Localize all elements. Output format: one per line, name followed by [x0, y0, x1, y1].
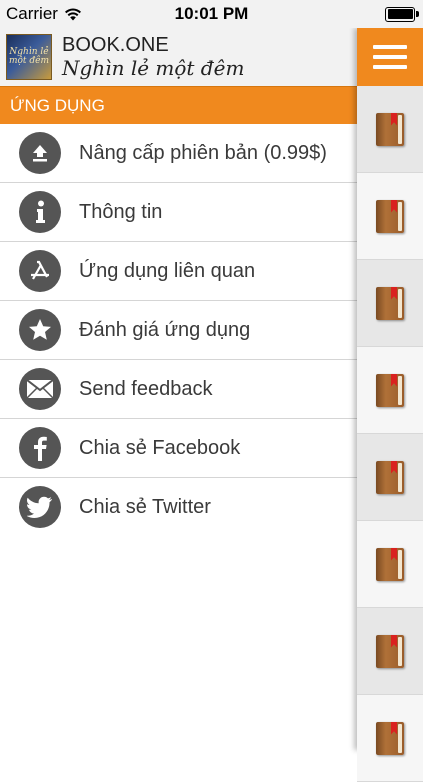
book-bookmark-icon: [376, 112, 404, 146]
menu-header[interactable]: Nghìn lẻ một đêm BOOK.ONE Nghìn lẻ một đ…: [0, 28, 357, 86]
book-bookmark-icon: [376, 199, 404, 233]
app-name: BOOK.ONE: [62, 34, 169, 56]
book-bookmark-icon: [376, 547, 404, 581]
menu-item-share-twitter[interactable]: Chia sẻ Twitter: [0, 478, 357, 536]
menu-item-rate-app[interactable]: Đánh giá ứng dụng: [0, 301, 357, 360]
book-list-item[interactable]: [357, 260, 423, 347]
book-list-item[interactable]: [357, 695, 423, 782]
hamburger-menu-icon: [373, 45, 407, 69]
menu-item-label: Đánh giá ứng dụng: [79, 318, 251, 341]
upload-icon: [19, 132, 61, 174]
book-list-item[interactable]: [357, 347, 423, 434]
star-icon: [19, 309, 61, 351]
menu-item-label: Thông tin: [79, 200, 163, 223]
menu-toggle-button[interactable]: [357, 28, 423, 86]
twitter-icon: [19, 486, 61, 528]
book-list-item[interactable]: [357, 173, 423, 260]
side-menu: Nghìn lẻ một đêm BOOK.ONE Nghìn lẻ một đ…: [0, 28, 357, 750]
menu-item-label: Send feedback: [79, 377, 213, 400]
book-list-item[interactable]: [357, 434, 423, 521]
section-header: ỨNG DỤNG: [0, 86, 357, 124]
book-title: Nghìn lẻ một đêm: [62, 56, 245, 80]
menu-item-info[interactable]: Thông tin: [0, 183, 357, 242]
menu-item-related-apps[interactable]: Ứng dụng liên quan: [0, 242, 357, 301]
book-bookmark-icon: [376, 460, 404, 494]
book-list-item[interactable]: [357, 86, 423, 173]
facebook-icon: [19, 427, 61, 469]
info-icon: [19, 191, 61, 233]
book-bookmark-icon: [376, 373, 404, 407]
menu-item-label: Chia sẻ Twitter: [79, 495, 211, 518]
menu-item-label: Nâng cấp phiên bản (0.99$): [79, 141, 327, 164]
app-store-icon: [19, 250, 61, 292]
book-bookmark-icon: [376, 286, 404, 320]
menu-item-send-feedback[interactable]: Send feedback: [0, 360, 357, 419]
mail-icon: [19, 368, 61, 410]
status-bar: Carrier 10:01 PM: [0, 0, 423, 28]
book-list-item[interactable]: [357, 608, 423, 695]
battery-icon: [385, 6, 419, 22]
book-list: [357, 86, 423, 782]
menu-item-upgrade[interactable]: Nâng cấp phiên bản (0.99$): [0, 124, 357, 183]
book-cover-thumbnail: Nghìn lẻ một đêm: [6, 34, 52, 80]
book-list-item[interactable]: [357, 521, 423, 608]
content-rail: [357, 28, 423, 782]
menu-item-share-facebook[interactable]: Chia sẻ Facebook: [0, 419, 357, 478]
menu-item-label: Chia sẻ Facebook: [79, 436, 241, 459]
menu-item-label: Ứng dụng liên quan: [79, 259, 256, 282]
status-time: 10:01 PM: [174, 4, 249, 23]
book-bookmark-icon: [376, 634, 404, 668]
